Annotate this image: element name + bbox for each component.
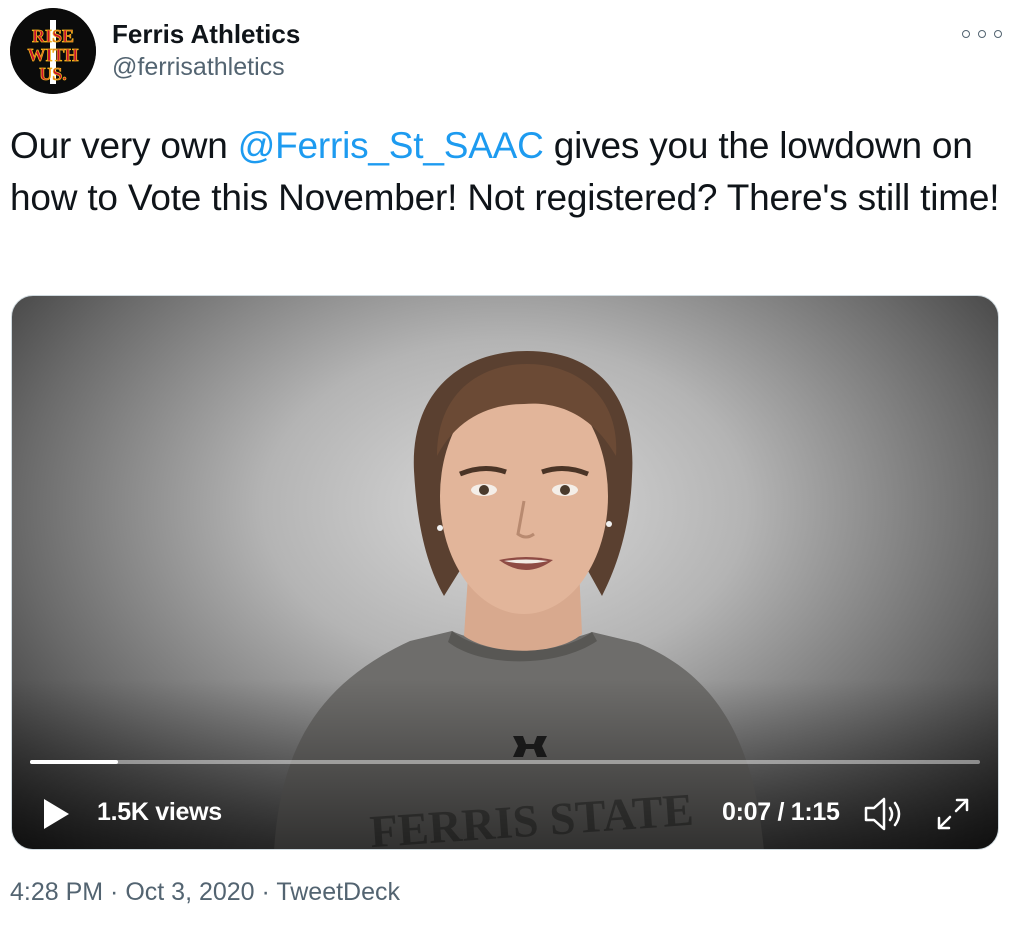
video-progress-bar[interactable]: [30, 760, 980, 764]
view-count: 1.5K views: [97, 798, 222, 826]
volume-button[interactable]: [863, 794, 907, 834]
svg-text:US.: US.: [39, 64, 67, 84]
video-player[interactable]: FERRIS STATE 1.5K views 0:07 / 1:15: [11, 295, 999, 850]
more-icon: [978, 30, 986, 38]
tweet-text-before: Our very own: [10, 125, 238, 166]
meta-separator: ·: [103, 878, 126, 906]
more-icon: [994, 30, 1002, 38]
author-name[interactable]: Ferris Athletics: [112, 19, 300, 50]
fullscreen-button[interactable]: [933, 794, 973, 834]
tweet-text: Our very own @Ferris_St_SAAC gives you t…: [10, 120, 1000, 224]
tweet-card: RISE WITH US. Ferris Athletics @ferrisat…: [0, 0, 1024, 930]
svg-text:RISE: RISE: [32, 26, 74, 46]
video-progress-fill: [30, 760, 119, 764]
avatar[interactable]: RISE WITH US.: [10, 8, 96, 94]
tweet-meta: 4:28 PM · Oct 3, 2020 · TweetDeck: [10, 878, 400, 907]
volume-icon: [864, 797, 901, 831]
tweet-time[interactable]: 4:28 PM: [10, 878, 103, 906]
play-button[interactable]: [38, 796, 74, 832]
rise-with-us-logo: RISE WITH US.: [10, 8, 96, 94]
tweet-source[interactable]: TweetDeck: [276, 878, 400, 906]
svg-text:WITH: WITH: [27, 45, 78, 65]
play-icon: [44, 799, 69, 829]
fullscreen-icon: [937, 798, 969, 830]
video-time: 0:07 / 1:15: [722, 798, 840, 826]
mention-link[interactable]: @Ferris_St_SAAC: [238, 125, 544, 166]
tweet-date[interactable]: Oct 3, 2020: [125, 878, 254, 906]
more-options-button[interactable]: [962, 24, 1002, 44]
meta-separator: ·: [254, 878, 277, 906]
author-handle[interactable]: @ferrisathletics: [112, 53, 285, 82]
more-icon: [962, 30, 970, 38]
